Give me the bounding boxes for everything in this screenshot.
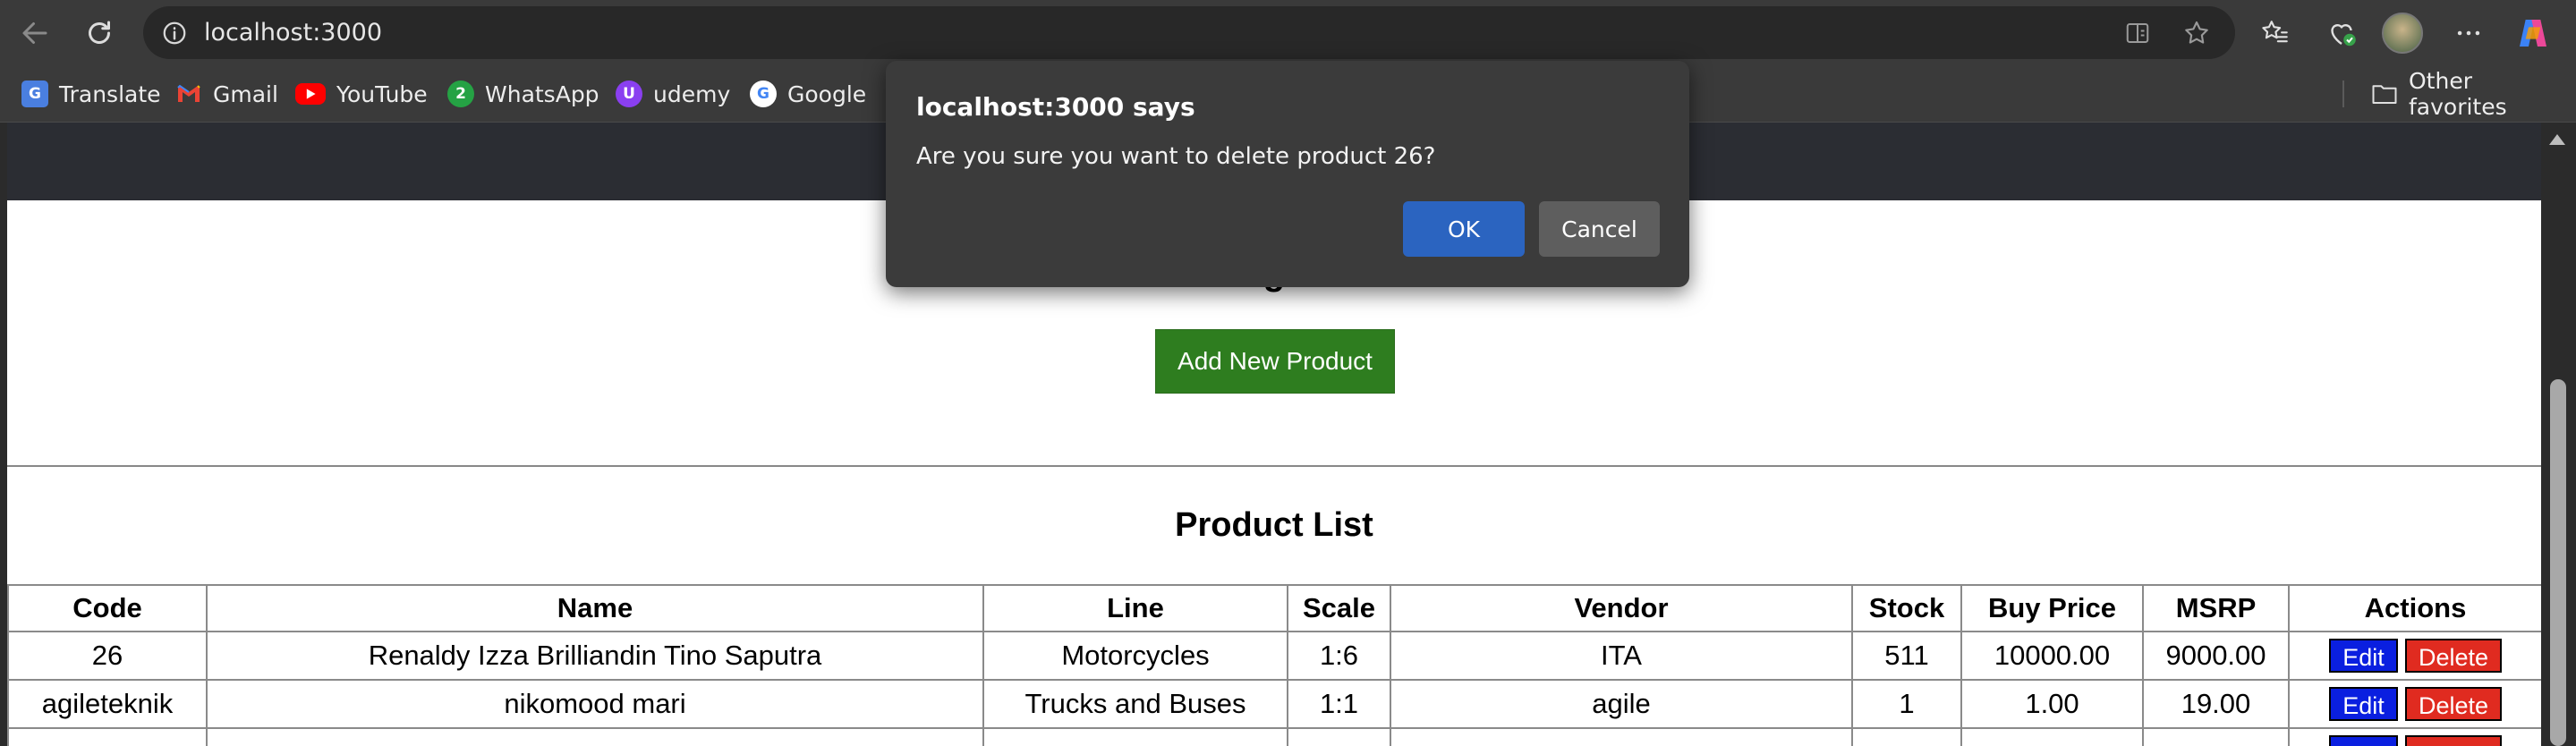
google-icon: G	[750, 81, 777, 107]
delete-button[interactable]: Delete	[2405, 687, 2502, 722]
cell-line: Trucks and Buses	[982, 679, 1288, 729]
bookmark-separator	[2342, 81, 2344, 107]
column-header-scale: Scale	[1287, 584, 1391, 632]
column-header-buy-price: Buy Price	[1960, 584, 2144, 632]
scroll-up-arrow-icon[interactable]	[2549, 134, 2565, 145]
edit-button[interactable]: Edit	[2329, 687, 2398, 722]
bookmark-google[interactable]: G Google	[750, 66, 866, 122]
cell-line: Motorcycles	[982, 631, 1288, 681]
cell-name: nikomood mari	[206, 679, 984, 729]
refresh-icon[interactable]	[75, 9, 123, 57]
section-divider	[7, 465, 2541, 467]
bookmark-udemy[interactable]: U udemy	[616, 66, 730, 122]
cell-stock: 511	[1851, 631, 1962, 681]
cancel-button[interactable]: Cancel	[1539, 201, 1660, 257]
confirm-dialog: localhost:3000 says Are you sure you wan…	[886, 61, 1689, 287]
cell-scale: 1:6	[1287, 631, 1391, 681]
cell-vendor: ITA	[1390, 631, 1853, 681]
cell-code: 26	[7, 631, 208, 681]
favorites-icon[interactable]	[2255, 13, 2296, 54]
bookmark-label: YouTube	[336, 81, 428, 107]
bookmark-gmail[interactable]: Gmail	[175, 66, 278, 122]
other-favorites-label: Other favorites	[2409, 68, 2507, 120]
dialog-message: Are you sure you want to delete product …	[916, 143, 1436, 170]
cell-buy-price: 10000.00	[1960, 631, 2144, 681]
translate-icon: G	[21, 81, 48, 107]
delete-button[interactable]	[2405, 735, 2502, 746]
more-options-icon[interactable]	[2448, 13, 2489, 54]
site-info-icon[interactable]	[159, 18, 189, 47]
cell-msrp: 9000.00	[2142, 631, 2290, 681]
bookmark-label: udemy	[653, 81, 731, 107]
column-header-code: Code	[7, 584, 208, 632]
edit-button[interactable]: Edit	[2329, 639, 2398, 674]
address-bar[interactable]: localhost:3000	[143, 6, 2235, 59]
bookmark-whatsapp[interactable]: 2 WhatsApp	[447, 66, 599, 122]
cell-stock: 1	[1851, 679, 1962, 729]
browser-essentials-icon[interactable]	[2321, 13, 2362, 54]
scrollbar-thumb[interactable]	[2550, 379, 2566, 746]
bookmark-label: WhatsApp	[485, 81, 599, 107]
product-list-title: Product List	[1175, 506, 1373, 544]
column-header-name: Name	[206, 584, 984, 632]
cell-code: agileteknik	[7, 679, 208, 729]
bookmark-label: Gmail	[213, 81, 278, 107]
table-header-row: Code Name Line Scale Vendor Stock Buy Pr…	[7, 584, 2541, 632]
url-text[interactable]: localhost:3000	[204, 6, 382, 59]
table-row-partial	[7, 727, 2541, 746]
column-header-line: Line	[982, 584, 1288, 632]
profile-avatar[interactable]	[2382, 13, 2423, 54]
cell-actions	[2288, 727, 2541, 746]
copilot-icon[interactable]	[2512, 13, 2554, 54]
udemy-icon: U	[616, 81, 642, 107]
product-table: Code Name Line Scale Vendor Stock Buy Pr…	[7, 584, 2541, 746]
cell-name: Renaldy Izza Brilliandin Tino Saputra	[206, 631, 984, 681]
folder-icon	[2371, 81, 2398, 107]
bookmark-label: Google	[787, 81, 867, 107]
other-favorites-folder[interactable]: Other favorites	[2371, 66, 2576, 122]
favorite-star-icon[interactable]	[2180, 16, 2214, 50]
bookmark-youtube[interactable]: YouTube	[295, 66, 428, 122]
column-header-msrp: MSRP	[2142, 584, 2290, 632]
browser-toolbar: localhost:3000	[0, 0, 2576, 66]
table-row: agileteknik nikomood mari Trucks and Bus…	[7, 679, 2541, 729]
cell-actions: Edit Delete	[2288, 679, 2541, 729]
ok-button[interactable]: OK	[1403, 201, 1525, 257]
cell-vendor: agile	[1390, 679, 1853, 729]
cell-scale: 1:1	[1287, 679, 1391, 729]
table-row: 26 Renaldy Izza Brilliandin Tino Saputra…	[7, 631, 2541, 681]
cell-msrp: 19.00	[2142, 679, 2290, 729]
cell-buy-price: 1.00	[1960, 679, 2144, 729]
bookmark-translate[interactable]: G Translate	[21, 66, 161, 122]
column-header-vendor: Vendor	[1390, 584, 1853, 632]
column-header-actions: Actions	[2288, 584, 2541, 632]
whatsapp-icon: 2	[447, 81, 474, 107]
edit-button[interactable]	[2329, 735, 2398, 746]
bookmark-label: Translate	[59, 81, 161, 107]
delete-button[interactable]: Delete	[2405, 639, 2502, 674]
back-arrow-icon[interactable]	[11, 9, 59, 57]
split-screen-icon[interactable]	[2121, 16, 2155, 50]
cell-actions: Edit Delete	[2288, 631, 2541, 681]
dialog-title: localhost:3000 says	[916, 92, 1195, 122]
youtube-icon	[295, 83, 326, 105]
column-header-stock: Stock	[1851, 584, 1962, 632]
add-new-product-button[interactable]: Add New Product	[1155, 329, 1395, 394]
gmail-icon	[175, 81, 202, 107]
